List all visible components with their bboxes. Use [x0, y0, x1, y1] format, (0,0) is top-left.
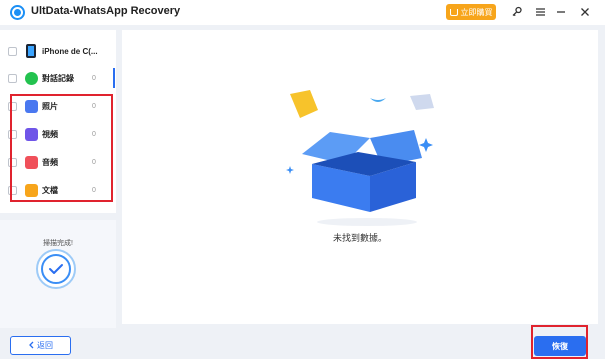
device-name: iPhone de C(...	[42, 46, 98, 56]
close-icon[interactable]	[577, 4, 593, 20]
app-title: UltData-WhatsApp Recovery	[31, 5, 181, 17]
empty-state-text: 未找到數據。	[332, 233, 387, 243]
scan-status-text: 掃描完成!	[43, 240, 73, 247]
sidebar-device[interactable]: iPhone de C(...	[0, 38, 116, 64]
chats-checkbox[interactable]	[8, 73, 17, 83]
buy-now-button[interactable]: 立即購買	[446, 4, 496, 20]
whatsapp-icon	[25, 71, 38, 85]
menu-icon[interactable]	[532, 4, 548, 20]
title-bar: UltData-WhatsApp Recovery 立即購買	[0, 0, 605, 25]
selected-indicator	[113, 68, 115, 88]
cart-icon	[449, 8, 458, 16]
highlight-box	[531, 325, 588, 359]
key-icon[interactable]	[509, 4, 525, 20]
chevron-left-icon	[28, 341, 34, 351]
highlight-box	[10, 94, 113, 202]
sidebar-item-count: 0	[92, 74, 96, 82]
main-panel: 未找到數據。	[122, 30, 598, 324]
back-label: 返回	[37, 341, 53, 350]
empty-box-icon	[286, 90, 434, 226]
sidebar-item-chats[interactable]: 對話記錄 0	[0, 65, 116, 91]
sidebar-item-label: 對話記錄	[42, 73, 74, 83]
back-button[interactable]: 返回	[10, 336, 71, 355]
minimize-icon[interactable]	[553, 4, 569, 20]
scan-status-panel: 掃描完成!	[0, 220, 116, 328]
app-logo-icon	[10, 5, 25, 20]
device-checkbox[interactable]	[8, 46, 17, 56]
scan-complete-icon	[36, 249, 76, 289]
phone-icon	[26, 44, 36, 58]
buy-now-label: 立即購買	[460, 7, 493, 17]
